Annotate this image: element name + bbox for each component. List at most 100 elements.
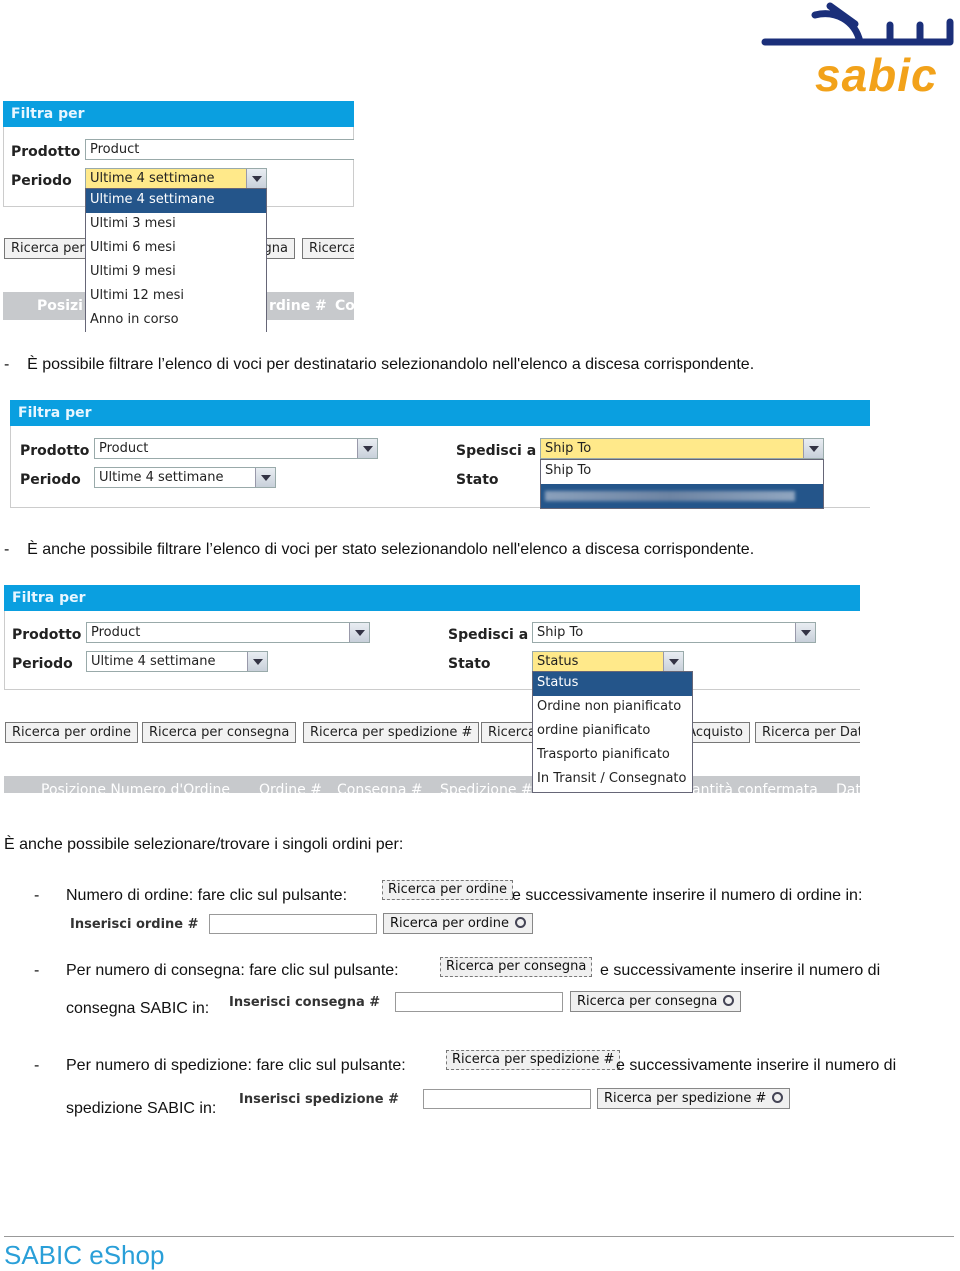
prodotto-select[interactable]: Product <box>85 139 354 160</box>
prodotto-label: Prodotto <box>12 627 82 643</box>
footer-title: SABIC eShop <box>4 1240 165 1270</box>
delivery-field-label: Inserisci consegna # <box>229 995 381 1010</box>
button-label: Ricerca per spedizione # <box>604 1091 767 1106</box>
delivery-input[interactable] <box>395 992 563 1012</box>
chevron-down-icon[interactable] <box>795 623 815 642</box>
column-header: antità confermata <box>692 782 818 793</box>
shipment-field-label: Inserisci spedizione # <box>239 1092 400 1107</box>
chevron-down-icon[interactable] <box>663 652 683 671</box>
option[interactable]: Ultimi 3 mesi <box>86 213 266 237</box>
stato-select[interactable]: Status <box>532 651 684 672</box>
dash: - <box>34 887 40 904</box>
stato-label: Stato <box>448 656 491 672</box>
prodotto-value: Product <box>99 441 149 456</box>
prodotto-select[interactable]: Product <box>94 438 378 459</box>
option[interactable]: In Transit / Consegnato <box>533 768 692 792</box>
periodo-label: Periodo <box>20 472 81 488</box>
periodo-dropdown: Ultime 4 settimane Ultimi 3 mesi Ultimi … <box>85 188 267 332</box>
footer-divider <box>4 1236 954 1237</box>
item-1-text-a: Numero di ordine: fare clic sul pulsante… <box>66 887 348 904</box>
search-by-delivery-button[interactable]: Ricerca per consegna <box>142 722 297 743</box>
bullet-1: - È possibile filtrare l’elenco di voci … <box>4 356 755 373</box>
prodotto-select[interactable]: Product <box>86 622 370 643</box>
search-icon <box>515 917 526 928</box>
option[interactable]: Ship To <box>541 460 823 484</box>
periodo-label: Periodo <box>11 173 72 189</box>
chevron-down-icon[interactable] <box>357 439 377 458</box>
column-header: Dat <box>836 782 860 793</box>
sabic-logo: sabic <box>760 0 958 102</box>
periodo-select[interactable]: Ultime 4 settimane <box>86 651 268 672</box>
option[interactable]: Ultime 4 settimane <box>86 189 266 213</box>
search-by-shipment-button[interactable]: Ricerca per spedizione # <box>303 722 480 743</box>
periodo-label: Periodo <box>12 656 73 672</box>
periodo-value: Ultime 4 settimane <box>90 171 215 186</box>
delivery-search-button[interactable]: Ricerca per consegna <box>570 991 742 1012</box>
option-blurred[interactable] <box>541 484 823 508</box>
periodo-select[interactable]: Ultime 4 settimane <box>94 467 276 488</box>
chevron-down-icon[interactable] <box>349 623 369 642</box>
intro-text: È anche possibile selezionare/trovare i … <box>4 836 404 853</box>
spedisci-dropdown: Ship To <box>540 459 824 509</box>
option[interactable]: Ultimi 12 mesi <box>86 285 266 309</box>
table-header: Posizione Numero d'Ordine Ordine # Conse… <box>4 776 860 793</box>
arabic-logo-mark <box>761 2 954 46</box>
order-field-label: Inserisci ordine # <box>70 917 199 932</box>
stato-value: Status <box>537 654 579 669</box>
item-3-text-a: Per numero di spedizione: fare clic sul … <box>66 1057 406 1074</box>
bullet-2-text: È anche possibile filtrare l’elenco di v… <box>27 541 755 558</box>
column-header: Consegna # <box>337 782 423 793</box>
spedisci-value: Ship To <box>545 441 592 456</box>
column-header: Spedizione # <box>440 782 533 793</box>
item-2-text-c: consegna SABIC in: <box>66 1000 210 1017</box>
button-label: Ricerca per consegna <box>577 994 718 1009</box>
search-icon <box>723 995 735 1006</box>
prodotto-value: Product <box>91 625 141 640</box>
option[interactable]: Status <box>533 672 692 696</box>
option[interactable]: ordine pianificato <box>533 720 692 744</box>
search-icon <box>772 1092 784 1103</box>
shipment-input[interactable] <box>423 1089 591 1109</box>
order-input[interactable] <box>209 914 377 934</box>
stato-dropdown: Status Ordine non pianificato ordine pia… <box>532 671 693 793</box>
column-header: rdine # <box>269 298 327 314</box>
periodo-value: Ultime 4 settimane <box>91 654 216 669</box>
periodo-select[interactable]: Ultime 4 settimane <box>85 168 267 189</box>
chevron-down-icon[interactable] <box>246 169 266 188</box>
search-by-date-button[interactable]: Ricerca per Dat <box>755 722 860 743</box>
logo-text: sabic <box>815 49 938 101</box>
item-2-text-b: e successivamente inserire il numero di <box>600 962 881 979</box>
spedisci-select[interactable]: Ship To <box>532 622 816 643</box>
item-1-text-b: e successivamente inserire il numero di … <box>512 887 863 904</box>
item-3-text-b: e successivamente inserire il numero di <box>616 1057 897 1074</box>
spedisci-label: Spedisci a <box>456 443 537 459</box>
column-header: Posizi <box>37 298 83 314</box>
spedisci-select[interactable]: Ship To <box>540 438 824 459</box>
option[interactable]: Ordine non pianificato <box>533 696 692 720</box>
prodotto-label: Prodotto <box>11 144 81 160</box>
option[interactable]: Anno in corso <box>86 309 266 332</box>
stato-label: Stato <box>456 472 499 488</box>
item-2-text-a: Per numero di consegna: fare clic sul pu… <box>66 962 399 979</box>
screenshot-shipto-filter: Filtra per Prodotto Product Periodo Ulti… <box>4 400 870 516</box>
dash: - <box>34 1057 40 1074</box>
option[interactable]: Ultimi 6 mesi <box>86 237 266 261</box>
option[interactable]: Ultimi 9 mesi <box>86 261 266 285</box>
shipment-search-button[interactable]: Ricerca per spedizione # <box>597 1088 791 1109</box>
chevron-down-icon[interactable] <box>247 652 267 671</box>
search-button[interactable]: Ricerca <box>302 238 354 259</box>
option[interactable]: Trasporto pianificato <box>533 744 692 768</box>
filter-header: Filtra per <box>3 101 354 127</box>
search-by-order-button[interactable]: Ricerca per ordine <box>5 722 138 743</box>
screenshot-period-filter: Filtra per Prodotto Product Periodo Ulti… <box>3 101 354 332</box>
chevron-down-icon[interactable] <box>255 468 275 487</box>
dash: - <box>34 962 40 979</box>
order-search-button[interactable]: Ricerca per ordine <box>383 913 533 934</box>
bullet-2: - È anche possibile filtrare l’elenco di… <box>4 541 755 558</box>
prodotto-label: Prodotto <box>20 443 90 459</box>
delivery-search-button-image: Ricerca per consegna <box>440 957 593 977</box>
chevron-down-icon[interactable] <box>803 439 823 458</box>
bullet-1-text: È possibile filtrare l’elenco di voci pe… <box>27 356 755 373</box>
prodotto-value: Product <box>90 142 140 157</box>
item-3-text-c: spedizione SABIC in: <box>66 1100 217 1117</box>
